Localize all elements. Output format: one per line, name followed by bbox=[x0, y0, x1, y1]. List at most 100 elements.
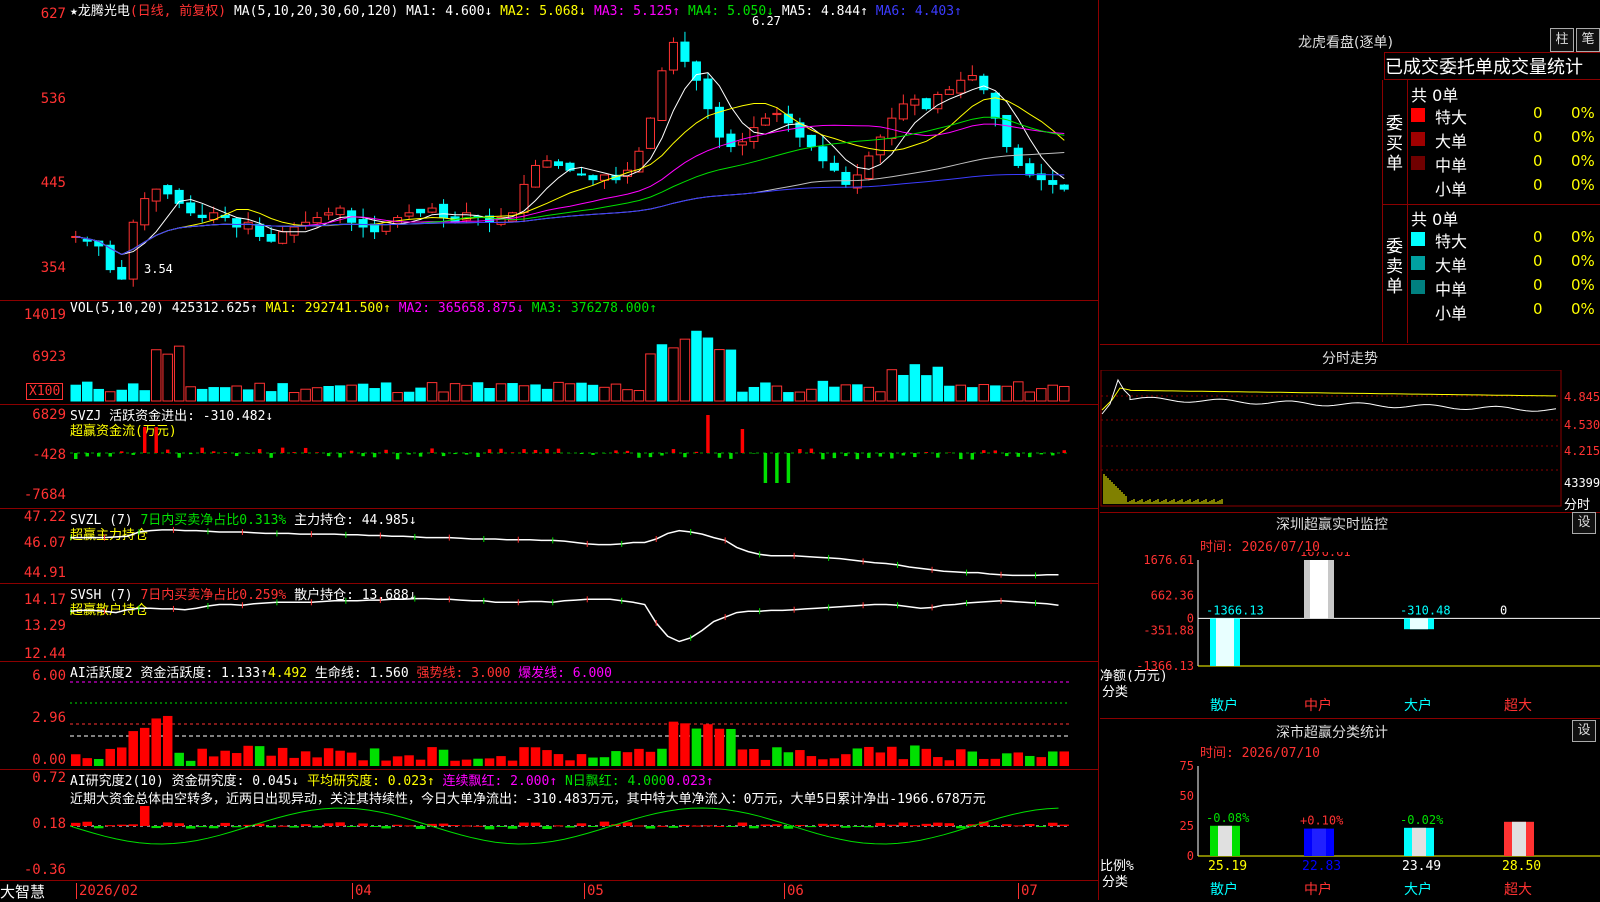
sz-class-settings-button[interactable]: 设 bbox=[1572, 720, 1596, 742]
research-bars[interactable] bbox=[70, 806, 1098, 880]
candle-body bbox=[290, 227, 298, 235]
research-bar bbox=[186, 826, 195, 829]
candle-body bbox=[152, 189, 160, 201]
order-tabs[interactable]: 已成交委托单成交量统计 bbox=[1384, 52, 1600, 80]
ai2-extra: 0.023↑ bbox=[667, 774, 714, 789]
volume-panel[interactable]: VOL(5,10,20) 425312.625↑ MA1: 292741.500… bbox=[0, 300, 1098, 405]
ratio-cat-label-1: 中户 bbox=[1304, 881, 1332, 898]
svzj-tick-1: 6829 bbox=[4, 407, 66, 423]
sz-class-panel[interactable]: 深市超赢分类统计 设 时间: 2026/07/10 7550250-0.08%2… bbox=[1100, 718, 1600, 900]
svsh-panel[interactable]: SVSH (7) 7日内买卖净占比0.259% 散户持仓: 13.688↓ 超赢… bbox=[0, 583, 1098, 662]
tick-mode-button[interactable]: 笔 bbox=[1576, 28, 1600, 52]
svzl-tick-1: 47.22 bbox=[4, 509, 66, 525]
fund-flow-bar bbox=[695, 452, 698, 453]
low-price-label: 3.54 bbox=[144, 262, 173, 276]
intraday-panel[interactable]: 分时走势 4.845 4.530 4.215 43399 分时 bbox=[1100, 344, 1600, 513]
intraday-chart[interactable] bbox=[1100, 370, 1564, 510]
ma6-line bbox=[76, 175, 1065, 255]
fund-flow-bar bbox=[442, 453, 445, 456]
fund-flow-bar bbox=[131, 453, 134, 455]
retail-position-line[interactable] bbox=[70, 586, 1098, 660]
volume-bar bbox=[197, 389, 206, 401]
fund-flow-bar bbox=[994, 450, 997, 453]
volume-bar bbox=[301, 389, 310, 401]
svzj-panel[interactable]: SVZJ 活跃资金进出: -310.482↓ 超赢资金流(万元) 6829 -4… bbox=[0, 404, 1098, 509]
sell-row-name-3: 小单 bbox=[1435, 300, 1467, 324]
ai2-tick-3: -0.36 bbox=[4, 862, 66, 878]
candle-body bbox=[256, 224, 264, 236]
fund-flow-bar bbox=[913, 453, 916, 457]
bar-mode-button[interactable]: 柱 bbox=[1550, 28, 1574, 52]
research-bar bbox=[807, 826, 816, 827]
ai2-research: 资金研究度: 0.045↓ bbox=[172, 774, 300, 789]
volume-bar bbox=[278, 384, 287, 401]
main-force-position-line[interactable] bbox=[70, 511, 1098, 581]
ai-research-panel[interactable]: AI研究度2(10) 资金研究度: 0.045↓ 平均研究度: 0.023↑ 连… bbox=[0, 769, 1098, 881]
research-bar bbox=[669, 826, 678, 828]
sz-monitor-settings-button[interactable]: 设 bbox=[1572, 512, 1596, 534]
net-bar-value-0: -1366.13 bbox=[1206, 603, 1264, 617]
net-cat-label-1: 中户 bbox=[1304, 697, 1332, 714]
ratio-bar-chart[interactable]: 7550250-0.08%25.19散户+0.10%22.83中户-0.02%2… bbox=[1100, 758, 1600, 900]
activity-bar bbox=[289, 758, 298, 766]
main-chart-area[interactable]: ★龙腾光电(日线, 前复权) MA(5,10,20,30,60,120) MA1… bbox=[0, 0, 1099, 900]
fund-flow-bar bbox=[419, 453, 422, 457]
ai2-cont-red: 连续飘红: 2.000↑ bbox=[443, 774, 558, 789]
net-amount-bar-chart[interactable]: 1676.61662.360-351.88-1366.13-1366.13散户1… bbox=[1100, 552, 1600, 718]
candle-body bbox=[244, 222, 252, 229]
volume-bar bbox=[565, 384, 574, 401]
candle-body bbox=[727, 134, 735, 146]
activity-bars[interactable] bbox=[70, 676, 1098, 768]
candle-body bbox=[313, 218, 321, 223]
activity-bar bbox=[956, 749, 965, 766]
fund-flow-bar bbox=[557, 449, 560, 453]
order-panel[interactable]: 龙虎看盘(逐单) 柱 笔 已成交委托单成交量统计 委买单 委卖单 共 0单 共 … bbox=[1100, 0, 1600, 345]
volume-bar bbox=[496, 384, 505, 401]
volume-bar bbox=[577, 383, 586, 401]
ratio-ylabel: 比例% bbox=[1100, 859, 1134, 874]
volume-bar bbox=[255, 383, 264, 401]
candle-body bbox=[198, 215, 206, 217]
research-bar bbox=[266, 826, 275, 827]
fund-flow-bar bbox=[154, 427, 157, 453]
fund-flow-bar bbox=[925, 452, 928, 453]
activity-bar bbox=[634, 749, 643, 766]
fund-flow-bar bbox=[373, 453, 376, 457]
research-bar bbox=[117, 825, 126, 826]
research-bar bbox=[1048, 823, 1057, 826]
candle-body bbox=[543, 161, 551, 167]
price-panel[interactable]: ★龙腾光电(日线, 前复权) MA(5,10,20,30,60,120) MA1… bbox=[0, 0, 1098, 300]
net-cat-label-2: 大户 bbox=[1404, 697, 1432, 714]
high-price-label: 6.27 bbox=[752, 14, 781, 28]
candle-body bbox=[865, 156, 873, 178]
sz-monitor-panel[interactable]: 深圳超赢实时监控 设 时间: 2026/07/10 1676.61662.360… bbox=[1100, 512, 1600, 719]
activity-bar bbox=[128, 731, 137, 766]
volume-bar bbox=[243, 390, 252, 401]
buy-row-swatch-1 bbox=[1411, 132, 1425, 146]
sell-row-pct-1: 0% bbox=[1571, 252, 1595, 270]
volume-bar bbox=[945, 386, 954, 401]
fund-flow-bars[interactable] bbox=[70, 407, 1098, 507]
svzl-panel[interactable]: SVZL (7) 7日内买卖净占比0.313% 主力持仓: 44.985↓ 超赢… bbox=[0, 508, 1098, 584]
volume-bar bbox=[381, 383, 390, 401]
research-bar bbox=[841, 826, 850, 828]
volume-bar bbox=[703, 338, 712, 401]
volume-bar bbox=[462, 385, 471, 401]
activity-bar bbox=[370, 748, 379, 766]
svzj-tick-2: -428 bbox=[4, 447, 66, 463]
research-bar bbox=[347, 826, 356, 827]
fund-flow-bar bbox=[844, 453, 847, 456]
research-bar bbox=[324, 823, 333, 826]
candlestick-chart[interactable] bbox=[70, 14, 1098, 298]
net-bar-value-1: 1676.61 bbox=[1300, 552, 1351, 559]
activity-bar bbox=[508, 761, 517, 766]
volume-bar bbox=[473, 383, 482, 401]
fund-flow-bar bbox=[177, 453, 180, 458]
volume-bars[interactable] bbox=[70, 315, 1098, 403]
svsh-tick-3: 12.44 bbox=[4, 646, 66, 662]
vol-unit-label[interactable]: X100 bbox=[26, 383, 63, 400]
ai-activity-panel[interactable]: AI活跃度2 资金活跃度: 1.133↑4.492 生命线: 1.560 强势线… bbox=[0, 661, 1098, 770]
research-bar bbox=[370, 826, 379, 827]
activity-bar bbox=[853, 748, 862, 766]
candle-body bbox=[233, 219, 241, 227]
